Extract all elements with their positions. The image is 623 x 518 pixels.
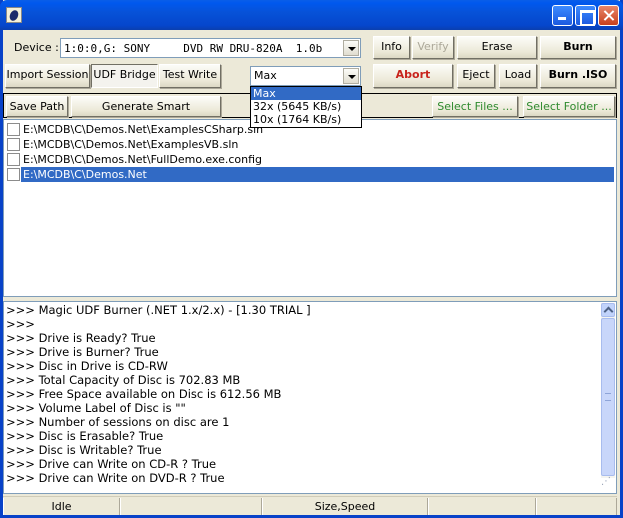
- resize-grip-icon[interactable]: ⋰: [601, 476, 615, 492]
- speed-option-32x[interactable]: 32x (5645 KB/s): [251, 100, 361, 113]
- status-state: Idle: [3, 498, 120, 515]
- log-line: >>> Drive can Write on CD-R ? True: [6, 457, 217, 471]
- speed-select[interactable]: Max: [250, 66, 361, 86]
- select-files-button[interactable]: Select Files ...: [432, 96, 518, 117]
- import-session-button[interactable]: Import Session: [5, 64, 90, 88]
- speed-option-max[interactable]: Max: [251, 87, 361, 100]
- eject-button[interactable]: Eject: [457, 64, 495, 88]
- file-path: E:\MCDB\C\Demos.Net\FullDemo.exe.config: [23, 153, 263, 166]
- status-cell-4: [428, 498, 536, 515]
- close-button[interactable]: [598, 5, 619, 26]
- app-icon[interactable]: [6, 7, 22, 23]
- log-line: >>> Total Capacity of Disc is 702.83 MB: [6, 373, 241, 387]
- log-output[interactable]: >>> Magic UDF Burner (.NET 1.x/2.x) - [1…: [3, 301, 617, 494]
- device-select-value: 1:0:0,G: SONY DVD RW DRU-820A 1.0b: [64, 42, 323, 55]
- log-line: >>> Drive is Burner? True: [6, 345, 159, 359]
- test-write-button[interactable]: Test Write: [159, 64, 221, 88]
- status-cell-2: [120, 498, 262, 515]
- maximize-button[interactable]: [575, 5, 596, 26]
- file-checkbox[interactable]: [7, 123, 20, 136]
- info-button[interactable]: Info: [373, 36, 410, 59]
- log-line: >>> Drive is Ready? True: [6, 331, 156, 345]
- file-path: E:\MCDB\C\Demos.Net\ExamplesVB.sln: [23, 138, 239, 151]
- select-folder-button[interactable]: Select Folder ...: [523, 96, 615, 117]
- save-path-button[interactable]: Save Path: [6, 96, 68, 117]
- log-line: >>> Drive can Write on DVD-R ? True: [6, 471, 225, 485]
- generate-smart-references-button[interactable]: Generate Smart References: [71, 96, 221, 132]
- title-bar[interactable]: [0, 0, 623, 30]
- minimize-button[interactable]: [552, 5, 573, 26]
- log-line: >>>: [6, 317, 35, 331]
- udf-bridge-toggle[interactable]: UDF Bridge: [91, 64, 158, 88]
- log-line: >>> Magic UDF Burner (.NET 1.x/2.x) - [1…: [6, 303, 311, 317]
- log-line: >>> Disc is Writable? True: [6, 443, 162, 457]
- log-line: >>> Disc is Erasable? True: [6, 429, 164, 443]
- file-path: E:\MCDB\C\Demos.Net: [21, 167, 614, 182]
- file-list-item-selected[interactable]: E:\MCDB\C\Demos.Net: [6, 167, 616, 182]
- file-path: E:\MCDB\C\Demos.Net\ExamplesCSharp.sln: [23, 123, 264, 136]
- verify-button[interactable]: Verify: [412, 36, 454, 59]
- scroll-thumb[interactable]: [601, 318, 615, 476]
- file-checkbox[interactable]: [7, 138, 20, 151]
- file-list-item[interactable]: E:\MCDB\C\Demos.Net\ExamplesVB.sln: [6, 137, 616, 152]
- speed-dropdown-list: Max 32x (5645 KB/s) 10x (1764 KB/s): [250, 86, 362, 128]
- device-select[interactable]: 1:0:0,G: SONY DVD RW DRU-820A 1.0b: [60, 38, 361, 58]
- device-label: Device :: [14, 41, 59, 54]
- burn-button[interactable]: Burn: [540, 36, 616, 59]
- scroll-up-icon[interactable]: [601, 303, 615, 317]
- file-checkbox[interactable]: [7, 153, 20, 166]
- file-list-item[interactable]: E:\MCDB\C\Demos.Net\FullDemo.exe.config: [6, 152, 616, 167]
- abort-button[interactable]: Abort: [373, 64, 453, 88]
- load-button[interactable]: Load: [499, 64, 537, 88]
- file-checkbox[interactable]: [7, 168, 20, 181]
- erase-button[interactable]: Erase: [457, 36, 537, 59]
- log-line: >>> Volume Label of Disc is "": [6, 401, 186, 415]
- log-line: >>> Free Space available on Disc is 612.…: [6, 387, 282, 401]
- log-line: >>> Disc in Drive is CD-RW: [6, 359, 168, 373]
- log-lines: >>> Magic UDF Burner (.NET 1.x/2.x) - [1…: [6, 303, 311, 485]
- chevron-down-icon[interactable]: [343, 68, 359, 84]
- status-size-speed: Size,Speed: [262, 498, 428, 515]
- log-scrollbar[interactable]: [601, 303, 615, 478]
- status-cell-5: [536, 498, 617, 515]
- speed-select-value: Max: [254, 69, 277, 82]
- chevron-down-icon[interactable]: [343, 40, 359, 56]
- log-line: >>> Number of sessions on disc are 1: [6, 415, 230, 429]
- status-bar: Idle Size,Speed: [3, 496, 617, 515]
- speed-option-10x[interactable]: 10x (1764 KB/s): [251, 113, 361, 126]
- burn-iso-button[interactable]: Burn .ISO: [540, 64, 616, 88]
- file-list[interactable]: E:\MCDB\C\Demos.Net\ExamplesCSharp.sln E…: [3, 119, 617, 297]
